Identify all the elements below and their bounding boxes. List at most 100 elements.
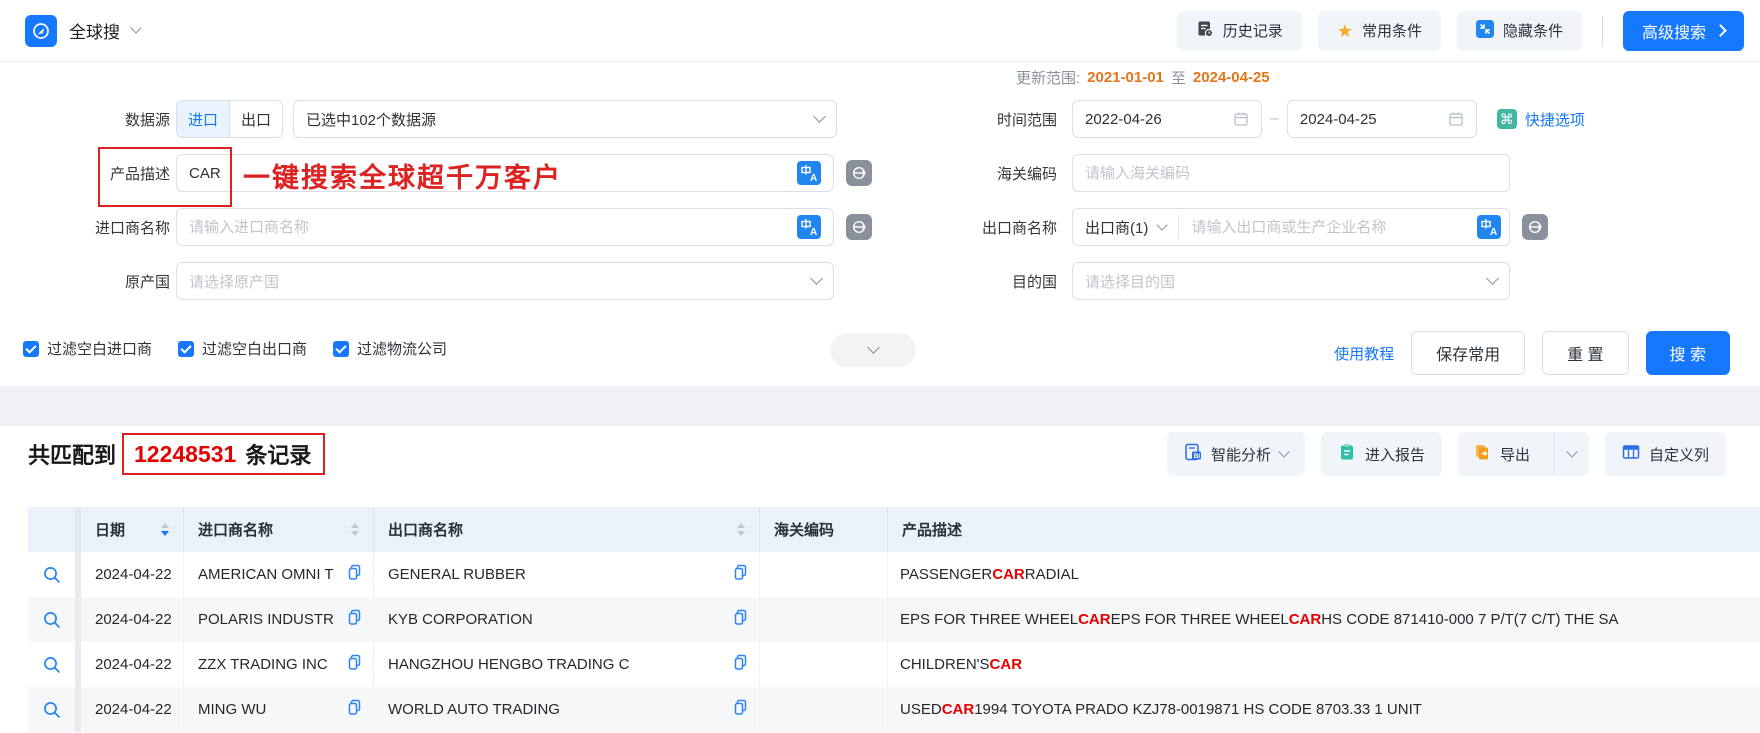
importer-cell: MING WU — [184, 687, 374, 732]
synonym-search-icon[interactable] — [846, 214, 872, 240]
filter-logistics-checkbox[interactable]: 过滤物流公司 — [333, 338, 447, 359]
app-title: 全球搜 — [69, 23, 120, 42]
update-range-end: 2024-04-25 — [1192, 69, 1270, 86]
translate-icon[interactable]: A — [1477, 215, 1501, 239]
sort-importer-control[interactable] — [351, 523, 359, 536]
copy-icon[interactable] — [346, 699, 363, 720]
report-icon — [1338, 443, 1356, 465]
filter-blank-exporter-checkbox[interactable]: 过滤空白出口商 — [178, 338, 307, 359]
update-range: 更新范围: 2021-01-01 至 2024-04-25 — [1016, 69, 1270, 87]
table-row: 2024-04-22 AMERICAN OMNI T GENERAL RUBBE… — [28, 552, 1760, 597]
export-option[interactable]: 出口 — [229, 101, 282, 137]
time-range-label: 时间范围 — [996, 111, 1057, 129]
results-header: 共匹配到 12248531 条记录 BI 智能分析 进入报告 导出 自定义列 — [28, 430, 1726, 478]
filter-blank-importer-checkbox[interactable]: 过滤空白进口商 — [23, 338, 152, 359]
row-exporter-name: KYB CORPORATION — [388, 611, 533, 628]
chevron-right-icon — [1714, 24, 1727, 37]
update-range-start: 2021-01-01 — [1087, 69, 1164, 86]
hs-code-field — [1072, 154, 1510, 192]
import-option[interactable]: 进口 — [177, 101, 229, 137]
reset-button[interactable]: 重 置 — [1542, 331, 1629, 375]
sort-exporter-control[interactable] — [737, 523, 745, 536]
copy-icon[interactable] — [732, 564, 749, 585]
results-table: 日期 进口商名称 出口商名称 海关编码 产品描述 2024-04-22 AMER… — [28, 507, 1760, 732]
save-favorite-button[interactable]: 保存常用 — [1411, 331, 1526, 375]
copy-icon[interactable] — [732, 699, 749, 720]
importer-field: A — [176, 208, 834, 246]
export-options-button[interactable] — [1553, 432, 1589, 476]
row-exporter-name: WORLD AUTO TRADING — [388, 701, 560, 718]
row-detail-button[interactable] — [28, 552, 75, 597]
table-row: 2024-04-22 ZZX TRADING INC HANGZHOU HENG… — [28, 642, 1760, 687]
match-prefix: 共匹配到 — [28, 443, 117, 468]
copy-icon[interactable] — [346, 609, 363, 630]
importer-input[interactable] — [189, 218, 797, 236]
importer-row: 进口商名称 A — [0, 207, 872, 247]
header-product-desc: 产品描述 — [888, 507, 1760, 552]
svg-text:A: A — [810, 227, 817, 238]
row-importer-name: ZZX TRADING INC — [198, 656, 328, 673]
row-product-desc: USED CAR 1994 TOYOTA PRADO KZJ78-0019871… — [888, 687, 1760, 732]
exporter-label: 出口商名称 — [981, 219, 1057, 237]
translate-icon[interactable]: A — [797, 161, 821, 185]
copy-icon[interactable] — [346, 564, 363, 585]
chevron-down-icon — [866, 341, 880, 354]
tutorial-link[interactable]: 使用教程 — [1334, 343, 1394, 364]
app-brand[interactable]: 全球搜 — [25, 14, 142, 47]
hide-conditions-button[interactable]: 隐藏条件 — [1456, 10, 1582, 51]
export-button[interactable]: 导出 — [1458, 432, 1545, 476]
chevron-down-icon — [1278, 445, 1290, 458]
data-source-select[interactable]: 已选中102个数据源 — [293, 100, 837, 138]
start-date-input[interactable]: 2022-04-26 — [1072, 100, 1262, 138]
hs-code-input[interactable] — [1085, 164, 1497, 182]
search-button[interactable]: 搜 索 — [1645, 331, 1730, 375]
exporter-input[interactable] — [1179, 218, 1477, 236]
header-importer: 进口商名称 — [184, 507, 374, 552]
exporter-type-select[interactable]: 出口商(1) — [1073, 217, 1178, 238]
translate-icon[interactable]: A — [797, 215, 821, 239]
exporter-cell: GENERAL RUBBER — [374, 552, 760, 597]
expand-conditions-button[interactable] — [830, 333, 916, 367]
synonym-search-icon[interactable] — [1522, 214, 1548, 240]
history-button[interactable]: 历史记录 — [1176, 10, 1302, 51]
row-detail-button[interactable] — [28, 597, 75, 642]
calendar-icon — [1448, 111, 1464, 127]
row-date: 2024-04-22 — [81, 642, 184, 687]
table-header: 日期 进口商名称 出口商名称 海关编码 产品描述 — [28, 507, 1760, 552]
table-row: 2024-04-22 POLARIS INDUSTR KYB CORPORATI… — [28, 597, 1760, 642]
destination-select[interactable]: 请选择目的国 — [1072, 262, 1510, 300]
table-body: 2024-04-22 AMERICAN OMNI T GENERAL RUBBE… — [28, 552, 1760, 732]
section-separator — [0, 386, 1760, 426]
enter-report-button[interactable]: 进入报告 — [1320, 432, 1442, 476]
copy-icon[interactable] — [732, 609, 749, 630]
copy-icon[interactable] — [346, 654, 363, 675]
origin-country-select[interactable]: 请选择原产国 — [176, 262, 834, 300]
magnifier-icon — [43, 701, 60, 718]
copy-icon[interactable] — [732, 654, 749, 675]
chevron-down-icon — [1566, 445, 1578, 458]
product-desc-input[interactable] — [189, 164, 797, 182]
collapse-icon — [1475, 19, 1494, 42]
sort-date-control[interactable] — [161, 523, 169, 536]
custom-columns-button[interactable]: 自定义列 — [1604, 432, 1726, 476]
end-date-input[interactable]: 2024-04-25 — [1286, 100, 1477, 138]
quick-options-button[interactable]: ⌘ 快捷选项 — [1496, 109, 1585, 130]
smart-analysis-button[interactable]: BI 智能分析 — [1166, 432, 1305, 476]
exporter-cell: HANGZHOU HENGBO TRADING C — [374, 642, 760, 687]
synonym-search-icon[interactable] — [846, 160, 872, 186]
magnifier-icon — [43, 611, 60, 628]
row-detail-button[interactable] — [28, 642, 75, 687]
row-detail-button[interactable] — [28, 687, 75, 732]
advanced-search-button[interactable]: 高级搜索 — [1622, 10, 1744, 51]
svg-text:A: A — [810, 173, 817, 184]
data-source-row: 数据源 进口 出口 已选中102个数据源 — [0, 99, 837, 139]
exporter-cell: KYB CORPORATION — [374, 597, 760, 642]
importer-cell: ZZX TRADING INC — [184, 642, 374, 687]
export-icon — [1473, 443, 1491, 465]
columns-icon — [1622, 443, 1640, 465]
star-icon: ★ — [1336, 20, 1353, 41]
topbar-actions: 历史记录 ★ 常用条件 隐藏条件 高级搜索 — [1176, 10, 1744, 51]
row-date: 2024-04-22 — [81, 597, 184, 642]
favorites-button[interactable]: ★ 常用条件 — [1317, 10, 1441, 51]
importer-cell: AMERICAN OMNI T — [184, 552, 374, 597]
